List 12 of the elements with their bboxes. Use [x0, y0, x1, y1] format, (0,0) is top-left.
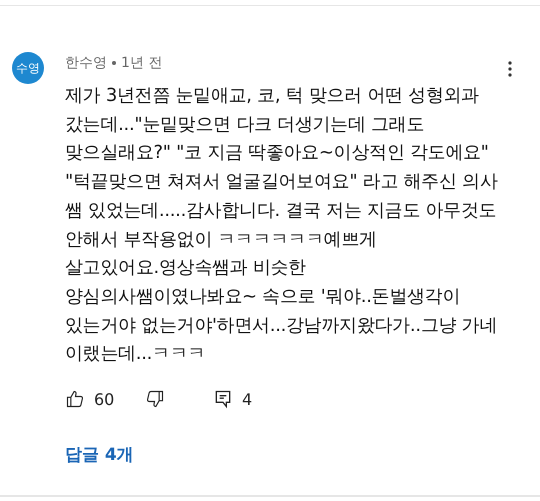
reply-button[interactable]: 4 — [213, 389, 252, 410]
replies-link[interactable]: 답글 4개 — [65, 443, 134, 466]
more-options-icon[interactable] — [508, 61, 512, 77]
comment-time: 1년 전 — [121, 54, 162, 72]
thumbs-down-icon — [145, 389, 165, 410]
thumbs-up-icon — [65, 389, 85, 410]
separator-dot — [112, 61, 116, 65]
like-button[interactable]: 60 — [65, 389, 145, 410]
comment-icon — [213, 389, 233, 410]
avatar[interactable]: 수영 — [12, 52, 44, 84]
author-name[interactable]: 한수영 — [65, 54, 107, 72]
comment-text: 제가 3년전쯤 눈밑애교, 코, 턱 맞으러 어떤 성형외과 갔는데..."눈밑맞으면 다크 더생기는데 그래도 맞으실래요?" "코 지금 딱좋아요~이상적인 각도에요" "턱끝맞으면 쳐져서 얼굴길어보여요" 라고 해주신 의사 쌤 있었는데.....감사합니다. 결국 저는 지금도 아무것도 안해서 부작용없이 ㅋㅋㅋㅋㅋㅋ예쁘게 살고있어요.영상속쌤과 비슷한 양심의사쌤이였나봐요~ 속으로 '뭐야..돈벌생각이 있는거야 없는거야'하면서...강남까지왔다가..그냥 가네 이랬는데...ㅋㅋㅋ — [65, 84, 498, 366]
